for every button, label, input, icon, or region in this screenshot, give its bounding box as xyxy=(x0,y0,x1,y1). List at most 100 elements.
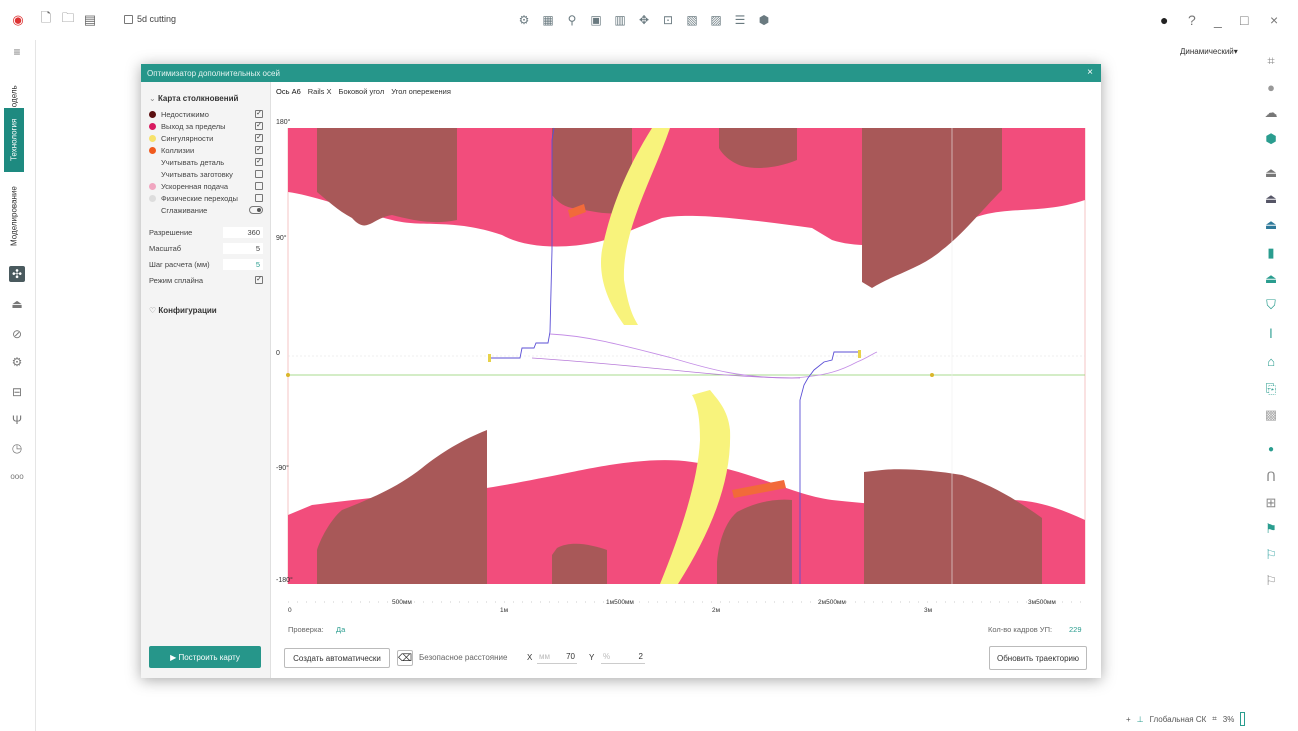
unreachable-region-6 xyxy=(552,543,607,584)
mode-dropdown-label: Динамический xyxy=(1180,47,1234,56)
frame-icon[interactable]: ⌗ xyxy=(1262,52,1280,70)
dialog-close-button[interactable]: × xyxy=(1087,67,1093,78)
resolution-input[interactable]: 360 xyxy=(223,226,263,238)
layers-icon[interactable]: ⊟ xyxy=(9,384,25,400)
y-value: 2 xyxy=(638,652,643,661)
gear-tool-icon[interactable]: ⚙ xyxy=(516,12,532,28)
tab-lead-angle[interactable]: Угол опережения xyxy=(391,87,451,96)
x-tick-3m500mm: 3м500мм xyxy=(1028,599,1056,606)
tab-axis-a6[interactable]: Ось A6 xyxy=(276,87,301,96)
path-start-marker xyxy=(488,354,491,362)
theme-icon[interactable]: ● xyxy=(1160,12,1168,28)
tab-side-angle[interactable]: Боковой угол xyxy=(339,87,385,96)
left-sidebar: ≡ Модель Технология Моделирование ✣ ⏏ ⊘ … xyxy=(0,40,36,731)
export-icon[interactable]: ⎘ xyxy=(1262,380,1280,398)
physical-transitions-checkbox[interactable] xyxy=(255,194,263,202)
pattern-icon[interactable]: ▩ xyxy=(1262,406,1280,424)
point-icon[interactable]: ● xyxy=(1262,440,1280,458)
minimize-button[interactable]: _ xyxy=(1214,12,1222,28)
rotate-icon[interactable]: ⌗ xyxy=(1212,714,1217,724)
flag-2-icon[interactable]: ⚐ xyxy=(1262,546,1280,564)
maximize-button[interactable]: □ xyxy=(1240,12,1248,28)
cylinder-icon[interactable]: ▮ xyxy=(1262,244,1280,262)
flag-icon[interactable]: ⚑ xyxy=(1262,520,1280,538)
cube-icon[interactable]: ⬢ xyxy=(1262,130,1280,148)
right-sidebar: ⌗ ● ☁ ⬢ ⏏ ⏏ ⏏ ▮ ⏏ ⛉ ǀ ⌂ ⎘ ▩ ● ᑎ ⊞ ⚑ ⚐ ⚐ xyxy=(1256,48,1292,608)
tool-7-icon[interactable]: ⊡ xyxy=(660,12,676,28)
x-tick-1m: 1м xyxy=(500,607,509,614)
singularities-checkbox[interactable]: ✓ xyxy=(255,134,263,142)
compass-icon[interactable]: ⊘ xyxy=(9,326,25,342)
axes-icon: ⊥ xyxy=(1136,714,1144,724)
collision-map-plot[interactable]: 180° 90° 0 -90° -180° 0 500мм 1м 1м500мм… xyxy=(272,100,1101,640)
end-marker xyxy=(930,373,934,377)
collision-map-section[interactable]: ⌄ Карта столкновений xyxy=(149,94,238,103)
update-trajectory-button[interactable]: Обновить траекторию xyxy=(989,646,1087,670)
menu-icon[interactable]: ≡ xyxy=(9,44,25,60)
timer-icon[interactable]: ◷ xyxy=(9,440,25,456)
save-icon[interactable]: ▤ xyxy=(82,12,98,28)
consider-stock-checkbox[interactable] xyxy=(255,170,263,178)
tool-2-icon[interactable]: ▦ xyxy=(540,12,556,28)
help-button[interactable]: ? xyxy=(1188,12,1196,28)
robot-2-icon[interactable]: ⏏ xyxy=(1262,190,1280,208)
collisions-checkbox[interactable]: ✓ xyxy=(255,146,263,154)
consider-part-checkbox[interactable]: ✓ xyxy=(255,158,263,166)
x-unit: мм xyxy=(539,652,550,661)
sphere-icon[interactable]: ● xyxy=(1262,78,1280,96)
tab-rails-x[interactable]: Rails X xyxy=(308,87,332,96)
tool-10-icon[interactable]: ☰ xyxy=(732,12,748,28)
add-icon[interactable]: + xyxy=(1126,715,1131,724)
pin-icon[interactable]: ǀ xyxy=(1262,324,1280,342)
spindle-icon[interactable]: ⛉ xyxy=(1262,296,1280,314)
x-tick-2m: 2м xyxy=(712,607,721,614)
coord-system-label[interactable]: Глобальная СК xyxy=(1150,715,1207,724)
tool-8-icon[interactable]: ▧ xyxy=(684,12,700,28)
new-file-icon[interactable]: 🗋 xyxy=(38,10,54,28)
open-folder-icon[interactable]: 🗀 xyxy=(60,10,76,28)
zoom-bar[interactable] xyxy=(1240,712,1246,726)
tab-modeling[interactable]: Моделирование xyxy=(4,176,24,256)
curve-icon[interactable]: ᑎ xyxy=(1262,468,1280,486)
smoothing-toggle[interactable] xyxy=(249,206,263,214)
unreachable-checkbox[interactable]: ✓ xyxy=(255,110,263,118)
fixture-icon[interactable]: ⌂ xyxy=(1262,352,1280,370)
rapid-feed-checkbox[interactable] xyxy=(255,182,263,190)
robot-4-icon[interactable]: ⏏ xyxy=(1262,270,1280,288)
scale-input[interactable]: 5 xyxy=(223,242,263,254)
mode-dropdown[interactable]: Динамический▾ xyxy=(1180,47,1238,56)
more-icon[interactable]: ooo xyxy=(9,468,25,484)
tool-9-icon[interactable]: ▨ xyxy=(708,12,724,28)
item-collisions: Коллизии ✓ xyxy=(149,144,265,156)
out-of-bounds-checkbox[interactable]: ✓ xyxy=(255,122,263,130)
out-of-bounds-color-icon xyxy=(149,122,156,130)
dialog-title: Оптимизатор дополнительных осей xyxy=(147,68,280,78)
tool-icon[interactable]: Ψ xyxy=(9,412,25,428)
tool-3-icon[interactable]: ⚲ xyxy=(564,12,580,28)
configurations-section[interactable]: ♡ Конфигурации xyxy=(149,306,217,315)
settings-icon[interactable]: ⚙ xyxy=(9,354,25,370)
flag-3-icon[interactable]: ⚐ xyxy=(1262,572,1280,590)
zoom-label: 3% xyxy=(1222,714,1235,724)
spline-checkbox[interactable]: ✓ xyxy=(255,276,263,284)
y-distance-input[interactable]: % 2 xyxy=(601,650,645,664)
x-distance-input[interactable]: мм 70 xyxy=(537,650,577,664)
tool-6-icon[interactable]: ✥ xyxy=(636,12,652,28)
step-input[interactable]: 5 xyxy=(223,258,263,270)
create-auto-button[interactable]: Создать автоматически xyxy=(284,648,390,668)
robot-icon[interactable]: ⏏ xyxy=(9,296,25,312)
tool-4-icon[interactable]: ▣ xyxy=(588,12,604,28)
eraser-icon[interactable]: ⌫ xyxy=(397,650,413,666)
robot-3-icon[interactable]: ⏏ xyxy=(1262,216,1280,234)
close-window-button[interactable]: × xyxy=(1270,12,1278,28)
y-tick-180: 180° xyxy=(276,118,291,126)
x-tick-1m500mm: 1м500мм xyxy=(606,599,634,606)
build-map-button[interactable]: ▶ Построить карту xyxy=(149,646,261,668)
tool-5-icon[interactable]: ▥ xyxy=(612,12,628,28)
robot-outline-icon[interactable]: ⏏ xyxy=(1262,164,1280,182)
optimizer-icon[interactable]: ✣ xyxy=(9,266,25,282)
cloud-icon[interactable]: ☁ xyxy=(1262,104,1280,122)
tab-technology[interactable]: Технология xyxy=(4,108,24,172)
path-icon[interactable]: ⊞ xyxy=(1262,494,1280,512)
tool-11-icon[interactable]: ⬢ xyxy=(756,12,772,28)
